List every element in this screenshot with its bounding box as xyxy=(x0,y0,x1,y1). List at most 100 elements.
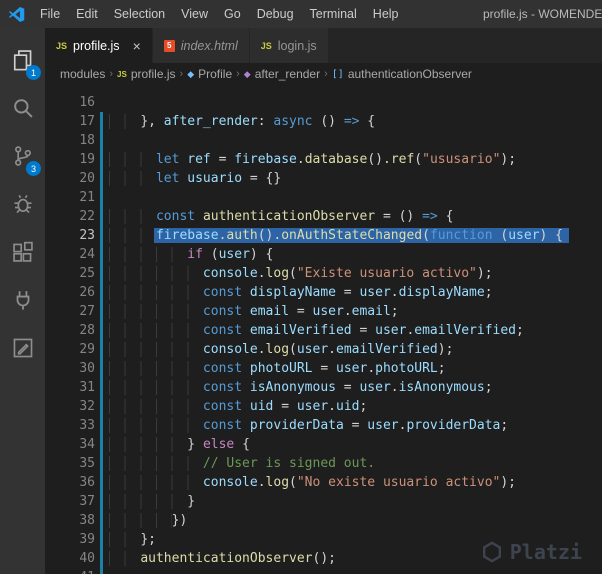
line-number[interactable]: 41 xyxy=(45,568,95,574)
code-text[interactable]: const isAnonymous = user.isAnonymous; xyxy=(109,378,602,397)
line-number[interactable]: 27 xyxy=(45,302,95,321)
code-line[interactable]: 21 xyxy=(45,188,602,207)
code-text[interactable]: const email = user.email; xyxy=(109,302,602,321)
menu-view[interactable]: View xyxy=(173,0,216,28)
line-number[interactable]: 28 xyxy=(45,321,95,340)
line-number[interactable]: 39 xyxy=(45,530,95,549)
code-line[interactable]: 40 authenticationObserver(); xyxy=(45,549,602,568)
activity-source-control[interactable]: 3 xyxy=(0,132,45,180)
activity-edit[interactable] xyxy=(0,324,45,372)
code-line[interactable]: 27 const email = user.email; xyxy=(45,302,602,321)
code-line[interactable]: 32 const uid = user.uid; xyxy=(45,397,602,416)
code-text[interactable]: console.log(user.emailVerified); xyxy=(109,340,602,359)
code-line[interactable]: 18 xyxy=(45,131,602,150)
line-number[interactable]: 29 xyxy=(45,340,95,359)
line-number[interactable]: 24 xyxy=(45,245,95,264)
line-number[interactable]: 26 xyxy=(45,283,95,302)
code-line[interactable]: 30 const photoURL = user.photoURL; xyxy=(45,359,602,378)
code-text[interactable]: const authenticationObserver = () => { xyxy=(109,207,602,226)
line-number[interactable]: 33 xyxy=(45,416,95,435)
code-text[interactable]: const uid = user.uid; xyxy=(109,397,602,416)
code-text[interactable]: if (user) { xyxy=(109,245,602,264)
code-text[interactable]: const emailVerified = user.emailVerified… xyxy=(109,321,602,340)
code-editor[interactable]: 16 17 }, after_render: async () => {18 19 … xyxy=(45,85,602,574)
code-text[interactable] xyxy=(109,188,602,207)
code-text[interactable]: }, after_render: async () => { xyxy=(109,112,602,131)
code-text[interactable]: console.log("No existe usuario activo"); xyxy=(109,473,602,492)
close-icon[interactable]: × xyxy=(133,39,141,53)
line-number[interactable]: 18 xyxy=(45,131,95,150)
code-line[interactable]: 22 const authenticationObserver = () => … xyxy=(45,207,602,226)
activity-explorer[interactable]: 1 xyxy=(0,36,45,84)
line-number[interactable]: 40 xyxy=(45,549,95,568)
menu-help[interactable]: Help xyxy=(365,0,407,28)
code-line[interactable]: 16 xyxy=(45,93,602,112)
code-line[interactable]: 31 const isAnonymous = user.isAnonymous; xyxy=(45,378,602,397)
code-line[interactable]: 20 let usuario = {} xyxy=(45,169,602,188)
line-number[interactable]: 16 xyxy=(45,93,95,112)
line-number[interactable]: 38 xyxy=(45,511,95,530)
line-number[interactable]: 32 xyxy=(45,397,95,416)
code-text[interactable]: console.log("Existe usuario activo"); xyxy=(109,264,602,283)
code-text[interactable] xyxy=(109,93,602,112)
code-line[interactable]: 35 // User is signed out. xyxy=(45,454,602,473)
line-number[interactable]: 36 xyxy=(45,473,95,492)
activity-plug[interactable] xyxy=(0,276,45,324)
code-text[interactable] xyxy=(109,131,602,150)
code-text[interactable]: firebase.auth().onAuthStateChanged(funct… xyxy=(109,226,602,245)
line-number[interactable]: 35 xyxy=(45,454,95,473)
activity-debug[interactable] xyxy=(0,180,45,228)
menu-edit[interactable]: Edit xyxy=(68,0,106,28)
activity-extensions[interactable] xyxy=(0,228,45,276)
line-number[interactable]: 21 xyxy=(45,188,95,207)
line-number[interactable]: 19 xyxy=(45,150,95,169)
code-line[interactable]: 41 xyxy=(45,568,602,574)
code-text[interactable]: }; xyxy=(109,530,602,549)
code-line[interactable]: 33 const providerData = user.providerDat… xyxy=(45,416,602,435)
breadcrumb-item-authentication-observer[interactable]: [] authenticationObserver xyxy=(332,67,472,81)
code-line[interactable]: 25 console.log("Existe usuario activo"); xyxy=(45,264,602,283)
breadcrumb-item-profile-js[interactable]: JS profile.js xyxy=(117,67,175,81)
line-number[interactable]: 30 xyxy=(45,359,95,378)
code-line[interactable]: 37 } xyxy=(45,492,602,511)
menu-debug[interactable]: Debug xyxy=(249,0,302,28)
code-line[interactable]: 29 console.log(user.emailVerified); xyxy=(45,340,602,359)
code-text[interactable]: const photoURL = user.photoURL; xyxy=(109,359,602,378)
code-text[interactable]: // User is signed out. xyxy=(109,454,602,473)
code-line[interactable]: 19 let ref = firebase.database().ref("us… xyxy=(45,150,602,169)
menu-go[interactable]: Go xyxy=(216,0,249,28)
code-line[interactable]: 26 const displayName = user.displayName; xyxy=(45,283,602,302)
code-line[interactable]: 17 }, after_render: async () => { xyxy=(45,112,602,131)
code-text[interactable]: let ref = firebase.database().ref("ususa… xyxy=(109,150,602,169)
code-line[interactable]: 24 if (user) { xyxy=(45,245,602,264)
line-number[interactable]: 25 xyxy=(45,264,95,283)
code-line[interactable]: 36 console.log("No existe usuario activo… xyxy=(45,473,602,492)
menu-file[interactable]: File xyxy=(32,0,68,28)
code-line[interactable]: 39 }; xyxy=(45,530,602,549)
activity-search[interactable] xyxy=(0,84,45,132)
tab-profile-js[interactable]: JS profile.js × xyxy=(45,28,153,63)
code-text[interactable]: }) xyxy=(109,511,602,530)
menu-terminal[interactable]: Terminal xyxy=(302,0,365,28)
code-text[interactable]: } xyxy=(109,492,602,511)
code-text[interactable]: const displayName = user.displayName; xyxy=(109,283,602,302)
line-number[interactable]: 31 xyxy=(45,378,95,397)
line-number[interactable]: 17 xyxy=(45,112,95,131)
menu-selection[interactable]: Selection xyxy=(106,0,173,28)
code-line[interactable]: 34 } else { xyxy=(45,435,602,454)
tab-login-js[interactable]: JS login.js xyxy=(249,28,329,63)
line-number[interactable]: 22 xyxy=(45,207,95,226)
breadcrumb-item-modules[interactable]: modules xyxy=(60,67,105,81)
code-text[interactable]: let usuario = {} xyxy=(109,169,602,188)
code-line[interactable]: 23 firebase.auth().onAuthStateChanged(fu… xyxy=(45,226,602,245)
code-text[interactable]: } else { xyxy=(109,435,602,454)
code-line[interactable]: 28 const emailVerified = user.emailVerif… xyxy=(45,321,602,340)
tab-index-html[interactable]: 5 index.html xyxy=(152,28,250,63)
code-text[interactable] xyxy=(109,568,602,574)
line-number[interactable]: 20 xyxy=(45,169,95,188)
code-line[interactable]: 38 }) xyxy=(45,511,602,530)
breadcrumb-item-after-render[interactable]: ◆ after_render xyxy=(244,67,320,81)
line-number[interactable]: 37 xyxy=(45,492,95,511)
breadcrumb-item-profile-symbol[interactable]: ◆ Profile xyxy=(187,67,232,81)
code-text[interactable]: authenticationObserver(); xyxy=(109,549,602,568)
